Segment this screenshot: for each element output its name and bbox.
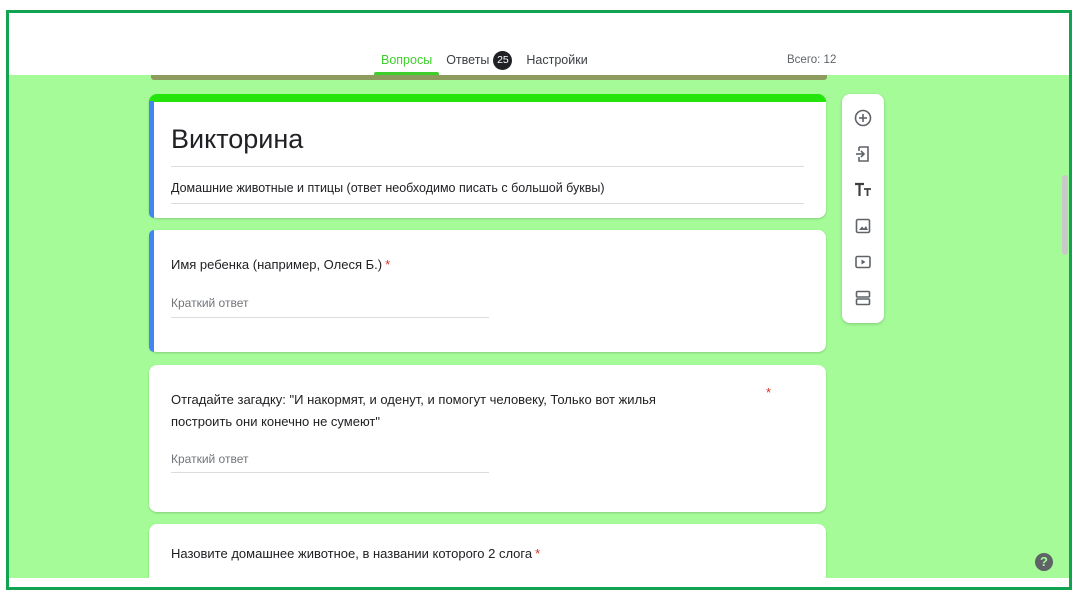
question-toolbar — [842, 94, 884, 323]
tab-responses-label: Ответы — [446, 53, 490, 67]
required-mark: * — [385, 257, 391, 272]
form-canvas: Викторина Домашние животные и птицы (отв… — [9, 75, 1069, 578]
total-points: Всего: 12 — [787, 54, 837, 66]
question-title: Назовите домашнее животное, в названии к… — [171, 543, 540, 565]
description-underline — [171, 203, 804, 204]
short-answer-placeholder: Краткий ответ — [171, 296, 249, 310]
header-image-strip — [151, 75, 827, 80]
add-image-icon[interactable] — [853, 216, 873, 236]
add-section-icon[interactable] — [853, 288, 873, 308]
scrollbar-thumb[interactable] — [1062, 175, 1068, 255]
add-video-icon[interactable] — [853, 252, 873, 272]
form-title-card[interactable]: Викторина Домашние животные и птицы (отв… — [149, 94, 826, 218]
question-text-line2: построить они конечно не сумеют" — [171, 414, 380, 429]
question-card[interactable]: Отгадайте загадку: "И накормят, и оденут… — [149, 365, 826, 512]
window-frame: Вопросы Ответы 25 Настройки Всего: 12 Вик… — [6, 10, 1072, 590]
focus-indicator — [149, 230, 154, 352]
top-bar: Вопросы Ответы 25 Настройки Всего: 12 — [9, 13, 1069, 75]
question-text-line1: Отгадайте загадку: "И накормят, и оденут… — [171, 392, 656, 407]
answer-underline — [171, 472, 489, 473]
question-title: Имя ребенка (например, Олеся Б.) * — [171, 254, 390, 276]
form-description[interactable]: Домашние животные и птицы (ответ необход… — [171, 181, 605, 195]
add-question-icon[interactable] — [853, 108, 873, 128]
answer-underline — [171, 317, 489, 318]
focus-indicator — [149, 101, 154, 218]
add-title-icon[interactable] — [853, 180, 873, 200]
question-text: Назовите домашнее животное, в названии к… — [171, 546, 533, 561]
required-mark: * — [535, 546, 541, 561]
tab-bar: Вопросы Ответы 25 Настройки — [374, 49, 595, 75]
short-answer-placeholder: Краткий ответ — [171, 452, 249, 466]
required-mark: * — [766, 385, 772, 400]
question-title: Отгадайте загадку: "И накормят, и оденут… — [171, 389, 656, 433]
tab-settings[interactable]: Настройки — [519, 49, 594, 71]
question-card[interactable]: Имя ребенка (например, Олеся Б.) * Кратки… — [149, 230, 826, 352]
tab-responses[interactable]: Ответы 25 — [439, 49, 519, 71]
question-card[interactable]: Назовите домашнее животное, в названии к… — [149, 524, 826, 578]
question-text: Имя ребенка (например, Олеся Б.) — [171, 257, 383, 272]
help-icon[interactable]: ? — [1035, 553, 1053, 571]
title-underline — [171, 166, 804, 167]
form-title[interactable]: Викторина — [171, 124, 303, 155]
responses-count-badge: 25 — [493, 51, 513, 71]
import-questions-icon[interactable] — [853, 144, 873, 164]
tab-questions[interactable]: Вопросы — [374, 49, 440, 75]
